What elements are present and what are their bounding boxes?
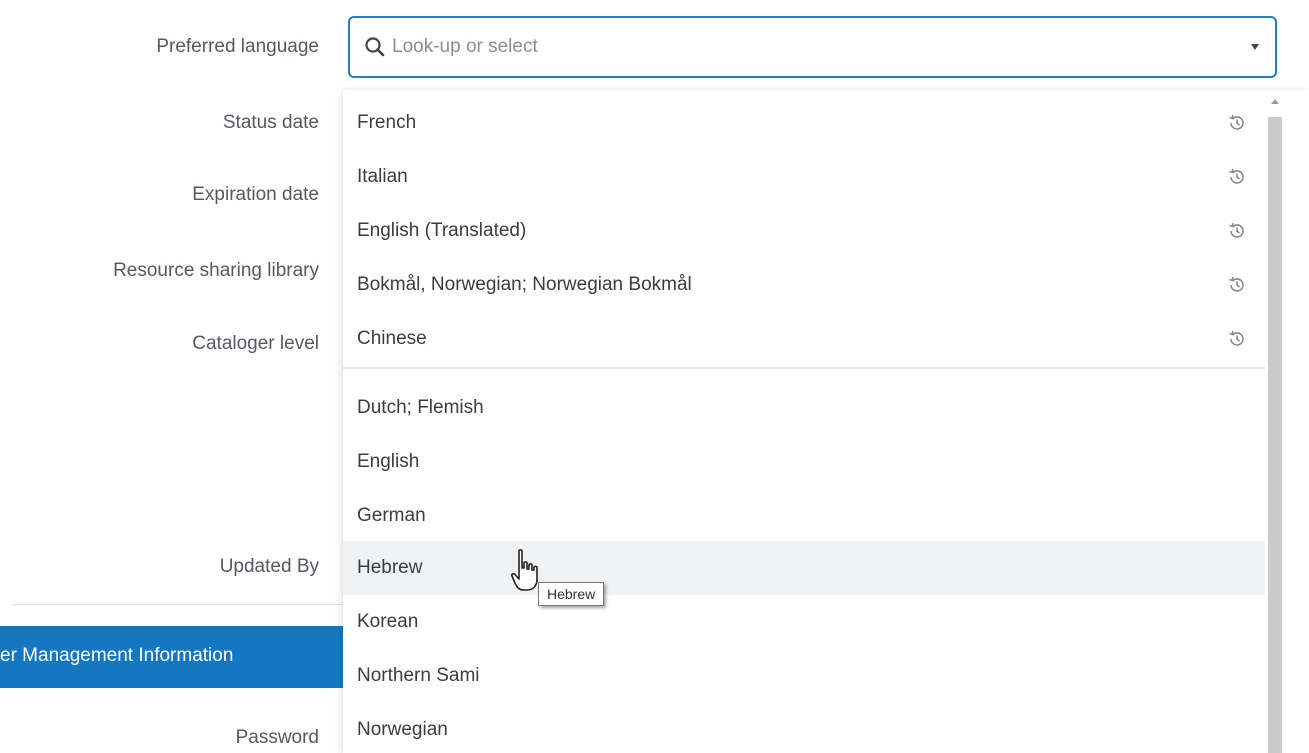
recent-option-french[interactable]: French	[343, 96, 1265, 150]
search-icon	[365, 37, 385, 57]
hand-cursor-icon	[511, 549, 538, 591]
option-label: Bokmål, Norwegian; Norwegian Bokmål	[357, 274, 692, 295]
recent-option-bokmal[interactable]: Bokmål, Norwegian; Norwegian Bokmål	[343, 258, 1265, 312]
section-title: er Management Information	[0, 645, 234, 666]
option-northern-sami[interactable]: Northern Sami	[343, 649, 1265, 703]
resource-sharing-library-label: Resource sharing library	[113, 260, 319, 281]
option-label: English	[357, 451, 420, 472]
option-dutch-flemish[interactable]: Dutch; Flemish	[343, 381, 1265, 435]
preferred-language-combobox[interactable]	[348, 16, 1277, 78]
chevron-down-icon[interactable]	[1251, 44, 1259, 50]
option-hebrew[interactable]: Hebrew	[343, 541, 1265, 595]
recent-option-italian[interactable]: Italian	[343, 150, 1265, 204]
recent-option-chinese[interactable]: Chinese	[343, 312, 1265, 366]
status-date-label: Status date	[222, 112, 319, 133]
recent-option-english-translated[interactable]: English (Translated)	[343, 204, 1265, 258]
option-label: German	[357, 505, 426, 526]
option-norwegian[interactable]: Norwegian	[343, 703, 1265, 753]
option-label: Dutch; Flemish	[357, 397, 484, 418]
history-icon	[1229, 114, 1244, 130]
history-icon	[1229, 330, 1244, 346]
language-search-input[interactable]	[392, 30, 1212, 64]
option-label: Italian	[357, 166, 408, 187]
scroll-up-arrow-icon[interactable]	[1271, 99, 1279, 104]
history-icon	[1229, 168, 1244, 184]
option-korean[interactable]: Korean	[343, 595, 1265, 649]
recent-group-separator	[343, 367, 1265, 369]
option-label: English (Translated)	[357, 220, 527, 241]
updated-by-label: Updated By	[219, 556, 319, 577]
option-tooltip: Hebrew	[538, 582, 605, 606]
expiration-date-label: Expiration date	[192, 184, 319, 205]
option-english[interactable]: English	[343, 435, 1265, 489]
cataloger-level-label: Cataloger level	[192, 333, 319, 354]
dropdown-scrollbar-thumb[interactable]	[1268, 117, 1282, 753]
language-dropdown-list[interactable]: French Italian English (Translated) Bokm…	[343, 90, 1309, 753]
option-label: Chinese	[357, 328, 427, 349]
option-german[interactable]: German	[343, 489, 1265, 543]
page: Preferred language Status date Expiratio…	[0, 0, 1309, 753]
option-label: Northern Sami	[357, 665, 480, 686]
history-icon	[1229, 276, 1244, 292]
option-label: Korean	[357, 611, 419, 632]
password-label: Password	[235, 727, 319, 748]
option-label: Norwegian	[357, 719, 448, 740]
preferred-language-label: Preferred language	[156, 36, 319, 57]
history-icon	[1229, 222, 1244, 238]
option-label: French	[357, 112, 417, 133]
option-label: Hebrew	[357, 557, 423, 578]
form-divider	[12, 604, 342, 605]
